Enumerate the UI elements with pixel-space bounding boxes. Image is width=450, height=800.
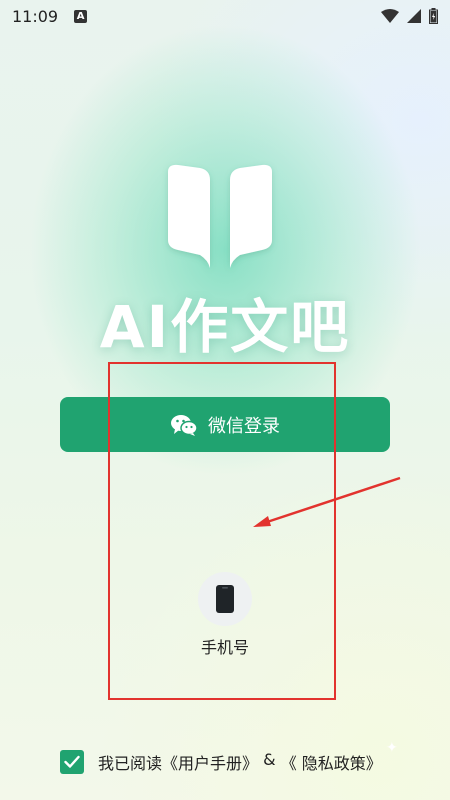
battery-icon (429, 8, 438, 24)
signal-icon (407, 9, 421, 23)
agreement-row: 我已阅读 《用户手册》 & 《 隐私政策》 (60, 750, 382, 774)
wechat-login-button[interactable]: 微信登录 (60, 397, 390, 452)
phone-login-label: 手机号 (200, 638, 249, 657)
privacy-policy-link[interactable]: 《 隐私政策》 (281, 750, 382, 774)
checkmark-icon (64, 755, 80, 768)
phone-icon-circle (198, 572, 252, 626)
app-title: AI作文吧 (99, 293, 351, 361)
status-bar: 11:09 A (0, 0, 450, 32)
notification-icon: A (74, 9, 88, 23)
status-time: 11:09 (12, 6, 59, 26)
sparkle-icon: ✦ (386, 740, 398, 756)
agreement-checkbox[interactable] (60, 750, 84, 774)
phone-login-button[interactable]: 手机号 (190, 572, 260, 658)
book-logo-icon (168, 164, 272, 268)
wechat-icon (171, 414, 198, 436)
wifi-icon (381, 9, 399, 23)
phone-icon (216, 585, 234, 613)
user-manual-link[interactable]: 《用户手册》 (162, 750, 258, 774)
agreement-and: & (258, 750, 281, 769)
wechat-login-label: 微信登录 (208, 415, 280, 437)
agreement-prefix: 我已阅读 (98, 754, 163, 773)
annotation-arrow (253, 476, 401, 527)
